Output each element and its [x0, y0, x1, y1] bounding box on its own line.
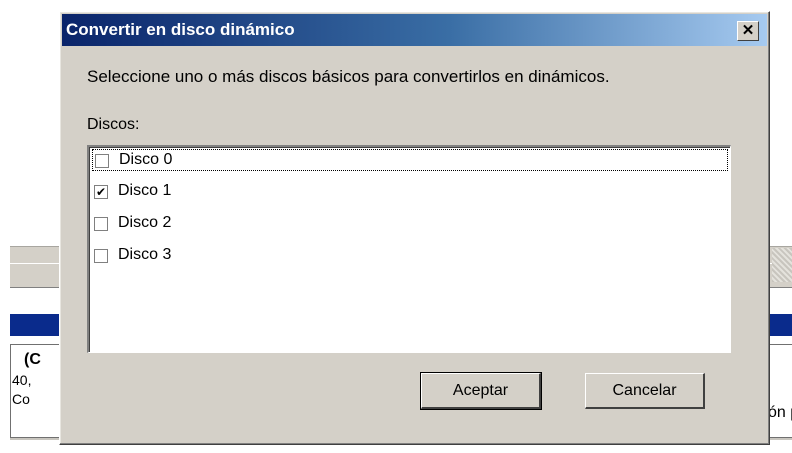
disk-0-label: Disco 0 — [119, 151, 173, 168]
dialog-title: Convertir en disco dinámico — [66, 20, 295, 39]
disk-1-label: Disco 1 — [118, 182, 172, 199]
background-status-text: Co — [12, 391, 30, 407]
background-panel-title: (C — [24, 351, 41, 368]
background-right-text: ón p — [768, 404, 792, 421]
cancel-button[interactable]: Cancelar — [585, 373, 705, 409]
ok-button[interactable]: Aceptar — [420, 372, 542, 410]
disk-item-3[interactable]: Disco 3 — [92, 245, 728, 267]
disks-listbox[interactable]: Disco 0 ✔ Disco 1 Disco 2 Disco 3 — [87, 145, 731, 353]
disks-label: Discos: — [87, 116, 140, 133]
close-button[interactable]: ✕ — [737, 21, 759, 41]
disk-3-checkbox[interactable] — [94, 249, 108, 263]
disk-item-2[interactable]: Disco 2 — [92, 213, 728, 235]
background-size-text: 40, — [12, 372, 32, 388]
disk-2-checkbox[interactable] — [94, 217, 108, 231]
disk-item-1[interactable]: ✔ Disco 1 — [92, 181, 728, 203]
background-hatch — [772, 248, 792, 282]
close-icon: ✕ — [741, 22, 755, 39]
instruction-text: Seleccione uno o más discos básicos para… — [87, 67, 610, 86]
dialog-titlebar[interactable]: Convertir en disco dinámico ✕ — [62, 14, 767, 46]
convert-dynamic-dialog: Convertir en disco dinámico ✕ Seleccione… — [59, 11, 770, 445]
disk-0-checkbox[interactable] — [95, 154, 109, 168]
disk-item-0[interactable]: Disco 0 — [92, 149, 728, 171]
disk-3-label: Disco 3 — [118, 246, 172, 263]
disk-1-checkbox[interactable]: ✔ — [94, 185, 108, 199]
background-disk-panel-right — [770, 344, 792, 438]
disk-2-label: Disco 2 — [118, 214, 172, 231]
